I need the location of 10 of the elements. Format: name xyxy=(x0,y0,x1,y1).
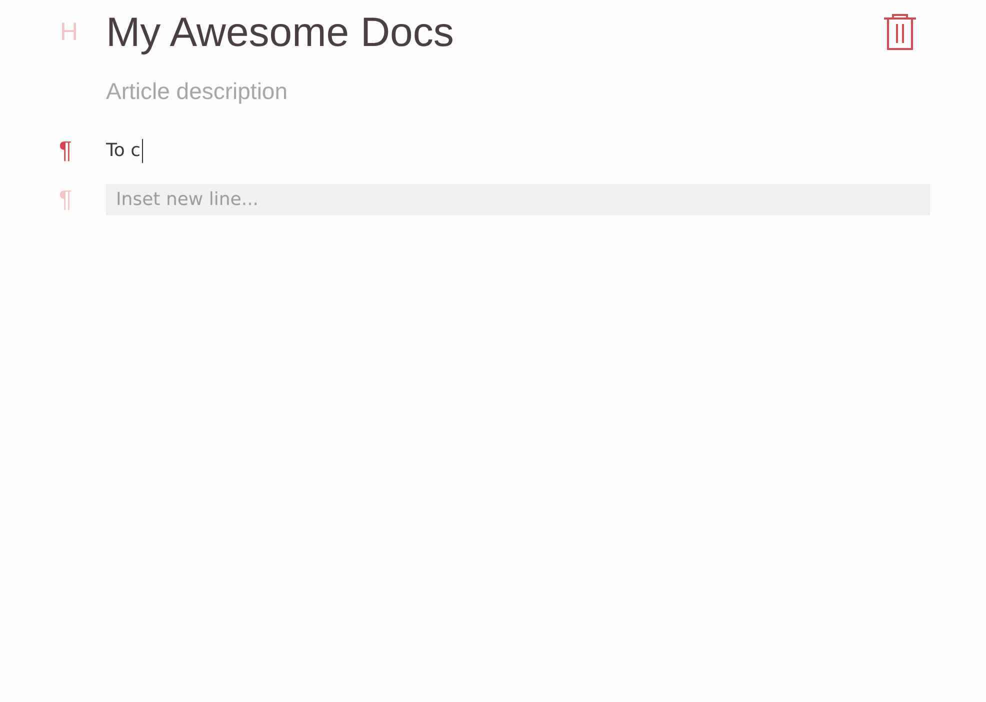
paragraph-marker: ¶ xyxy=(59,139,72,163)
new-line-field[interactable]: Inset new line... xyxy=(106,184,930,215)
text-cursor-icon xyxy=(142,139,143,163)
paragraph-marker: ¶ xyxy=(59,188,72,212)
heading-marker: H xyxy=(60,20,78,44)
description-field[interactable]: Article description xyxy=(106,76,288,106)
paragraph-text[interactable]: To c xyxy=(106,139,141,163)
title-field[interactable]: My Awesome Docs xyxy=(106,4,454,60)
delete-button[interactable] xyxy=(884,14,916,50)
trash-icon xyxy=(884,14,916,50)
